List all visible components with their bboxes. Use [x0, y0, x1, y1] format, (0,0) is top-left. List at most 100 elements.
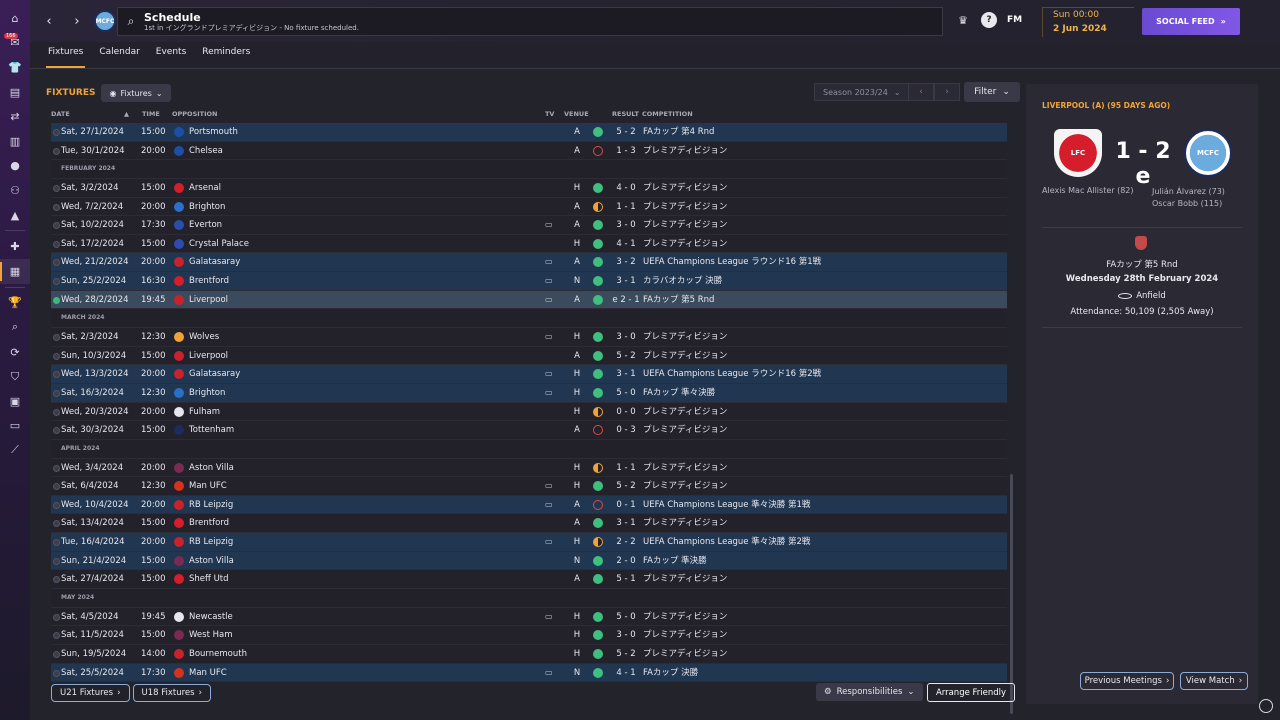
table-row[interactable]: Sun, 19/5/2024 14:00 Bournemouth H 5 - 2 プレミア… [51, 644, 1007, 664]
table-row[interactable]: Wed, 13/3/2024 20:00 Galatasaray ▭ H 3 - 1 UEF… [51, 365, 1007, 384]
forward-arrow-icon[interactable]: › [66, 10, 88, 32]
result-score[interactable]: 1 - 1 [611, 198, 641, 216]
result-score[interactable]: 3 - 2 [611, 253, 641, 271]
competition[interactable]: UEFA Champions League ラウンド16 第1戦 [643, 253, 821, 271]
club-badge[interactable]: MCFC [94, 10, 116, 32]
table-row[interactable]: Wed, 10/4/2024 20:00 RB Leipzig ▭ A 0 - 1 UEFA… [51, 495, 1007, 515]
opponent-name[interactable]: Arsenal [189, 179, 221, 197]
table-row[interactable]: Wed, 21/2/2024 20:00 Galatasaray ▭ A 3 - 2 UEF… [51, 253, 1007, 273]
next-season-icon[interactable]: › [934, 83, 960, 101]
competition[interactable]: プレミアディビジョン [643, 570, 727, 588]
opponent-name[interactable]: Newcastle [189, 608, 233, 626]
result-score[interactable]: 2 - 2 [611, 533, 641, 551]
competition[interactable]: カラバオカップ 決勝 [643, 272, 722, 290]
tab-fixtures[interactable]: Fixtures [40, 42, 91, 68]
table-row[interactable]: Wed, 28/2/2024 19:45 Liverpool ▭ Ae 2 - 1 FAカ… [51, 290, 1007, 310]
help-icon[interactable]: ? [981, 12, 997, 28]
competition[interactable]: UEFA Champions League 準々決勝 第1戦 [643, 496, 810, 514]
help-circle-icon[interactable] [1259, 699, 1273, 713]
result-score[interactable]: 3 - 1 [611, 272, 641, 290]
opponent-name[interactable]: Everton [189, 216, 222, 234]
opponent-name[interactable]: Wolves [189, 328, 219, 346]
result-score[interactable]: 3 - 0 [611, 328, 641, 346]
player-interaction-icon[interactable]: ⟳ [0, 340, 30, 365]
competition[interactable]: FAカップ 第5 Rnd [643, 291, 714, 309]
fixtures-view-dropdown[interactable]: ◉ Fixtures ⌄ [101, 84, 171, 102]
table-row[interactable]: Sat, 11/5/2024 15:00 West Ham H 3 - 0 プレミアディビ… [51, 626, 1007, 645]
competition[interactable]: プレミアディビジョン [643, 477, 727, 495]
result-score[interactable]: 5 - 2 [611, 123, 641, 141]
opponent-name[interactable]: Galatasaray [189, 253, 240, 271]
select-radio[interactable] [53, 371, 60, 379]
competition[interactable]: FAカップ 準決勝 [643, 552, 707, 570]
competition[interactable]: プレミアディビジョン [643, 514, 727, 532]
home-icon[interactable]: ⌂ [0, 6, 30, 31]
select-radio[interactable] [53, 483, 60, 491]
table-row[interactable]: Sat, 3/2/2024 15:00 Arsenal H 4 - 0 プレミアディビジョ… [51, 178, 1007, 198]
select-radio[interactable] [53, 408, 60, 416]
result-score[interactable]: 5 - 0 [611, 384, 641, 402]
finances-icon[interactable]: ▥ [0, 129, 30, 154]
data-hub-icon[interactable]: ▭ [0, 414, 30, 439]
opponent-name[interactable]: Galatasaray [189, 365, 240, 383]
opponent-name[interactable]: Sheff Utd [189, 570, 229, 588]
game-date[interactable]: Sun 00:00 2 Jun 2024 [1042, 7, 1134, 37]
col-competition[interactable]: COMPETITION [642, 110, 693, 118]
select-radio[interactable] [53, 259, 60, 267]
opponent-name[interactable]: Aston Villa [189, 459, 234, 477]
dev-centre-icon[interactable]: ▣ [0, 389, 30, 414]
opponent-name[interactable]: RB Leipzig [189, 496, 233, 514]
table-row[interactable]: Sat, 27/4/2024 15:00 Sheff Utd A 5 - 1 プレミアディ… [51, 570, 1007, 590]
responsibilities-button[interactable]: ⚙ Responsibilities ⌄ [816, 683, 923, 701]
result-score[interactable]: 0 - 3 [611, 421, 641, 439]
col-opposition[interactable]: OPPOSITION [172, 110, 218, 118]
competition[interactable]: プレミアディビジョン [643, 626, 727, 644]
transfers-icon[interactable]: ⇄ [0, 104, 30, 129]
result-score[interactable]: 0 - 0 [611, 403, 641, 421]
select-radio[interactable] [53, 222, 60, 230]
opponent-name[interactable]: Portsmouth [189, 123, 238, 141]
arrange-friendly-button[interactable]: Arrange Friendly [927, 683, 1015, 702]
select-radio[interactable] [53, 240, 60, 248]
opponent-name[interactable]: RB Leipzig [189, 533, 233, 551]
competition[interactable]: プレミアディビジョン [643, 459, 727, 477]
select-radio[interactable] [53, 539, 60, 547]
competition[interactable]: UEFA Champions League ラウンド16 第2戦 [643, 365, 821, 383]
result-score[interactable]: 3 - 1 [611, 514, 641, 532]
select-radio[interactable] [53, 520, 60, 528]
inbox-icon[interactable]: ✉ 166 [0, 31, 30, 56]
table-row[interactable]: Sat, 6/4/2024 12:30 Man UFC ▭ H 5 - 2 プレミアディビジ… [51, 477, 1007, 496]
competition[interactable]: FAカップ 決勝 [643, 664, 698, 682]
select-radio[interactable] [53, 334, 60, 342]
table-row[interactable]: Sun, 21/4/2024 15:00 Aston Villa N 2 - 0 FAカッ… [51, 551, 1007, 571]
fm-logo[interactable]: FM [1007, 15, 1022, 25]
opponent-name[interactable]: Brentford [189, 514, 229, 532]
select-radio[interactable] [53, 147, 60, 155]
liverpool-crest[interactable]: LFC [1054, 129, 1102, 177]
result-score[interactable]: 4 - 1 [611, 664, 641, 682]
result-score[interactable]: 2 - 0 [611, 552, 641, 570]
man-city-crest[interactable]: MCFC [1184, 129, 1232, 177]
col-time[interactable]: TIME [142, 110, 160, 118]
club-vision-icon[interactable]: ● [0, 154, 30, 179]
select-radio[interactable] [53, 427, 60, 435]
table-row[interactable]: Sun, 10/3/2024 15:00 Liverpool A 5 - 2 プレミアディ… [51, 346, 1007, 366]
u21-fixtures-button[interactable]: U21 Fixtures › [51, 684, 130, 702]
competition[interactable]: プレミアディビジョン [643, 179, 727, 197]
col-result[interactable]: RESULT [612, 110, 639, 118]
training-icon[interactable]: ▲ [0, 203, 30, 228]
select-radio[interactable] [53, 278, 60, 286]
medical-icon[interactable]: ✚ [0, 234, 30, 259]
competition[interactable]: プレミアディビジョン [643, 421, 727, 439]
view-match-button[interactable]: View Match › [1180, 672, 1248, 690]
competition[interactable]: プレミアディビジョン [643, 645, 727, 663]
table-row[interactable]: Sat, 27/1/2024 15:00 Portsmouth A 5 - 2 FAカップ… [51, 123, 1007, 142]
competition[interactable]: FAカップ 準々決勝 [643, 384, 715, 402]
result-score[interactable]: 3 - 0 [611, 626, 641, 644]
result-score[interactable]: 5 - 2 [611, 645, 641, 663]
search-bar[interactable]: ⌕ Schedule 1st in イングランドプレミアディビジョン - No … [117, 7, 943, 36]
u18-fixtures-button[interactable]: U18 Fixtures › [132, 684, 211, 702]
table-row[interactable]: Wed, 20/3/2024 20:00 Fulham H 0 - 0 プレミアディビジョ… [51, 402, 1007, 422]
scouting-icon[interactable]: ⌕ [0, 315, 30, 340]
result-score[interactable]: 5 - 2 [611, 477, 641, 495]
